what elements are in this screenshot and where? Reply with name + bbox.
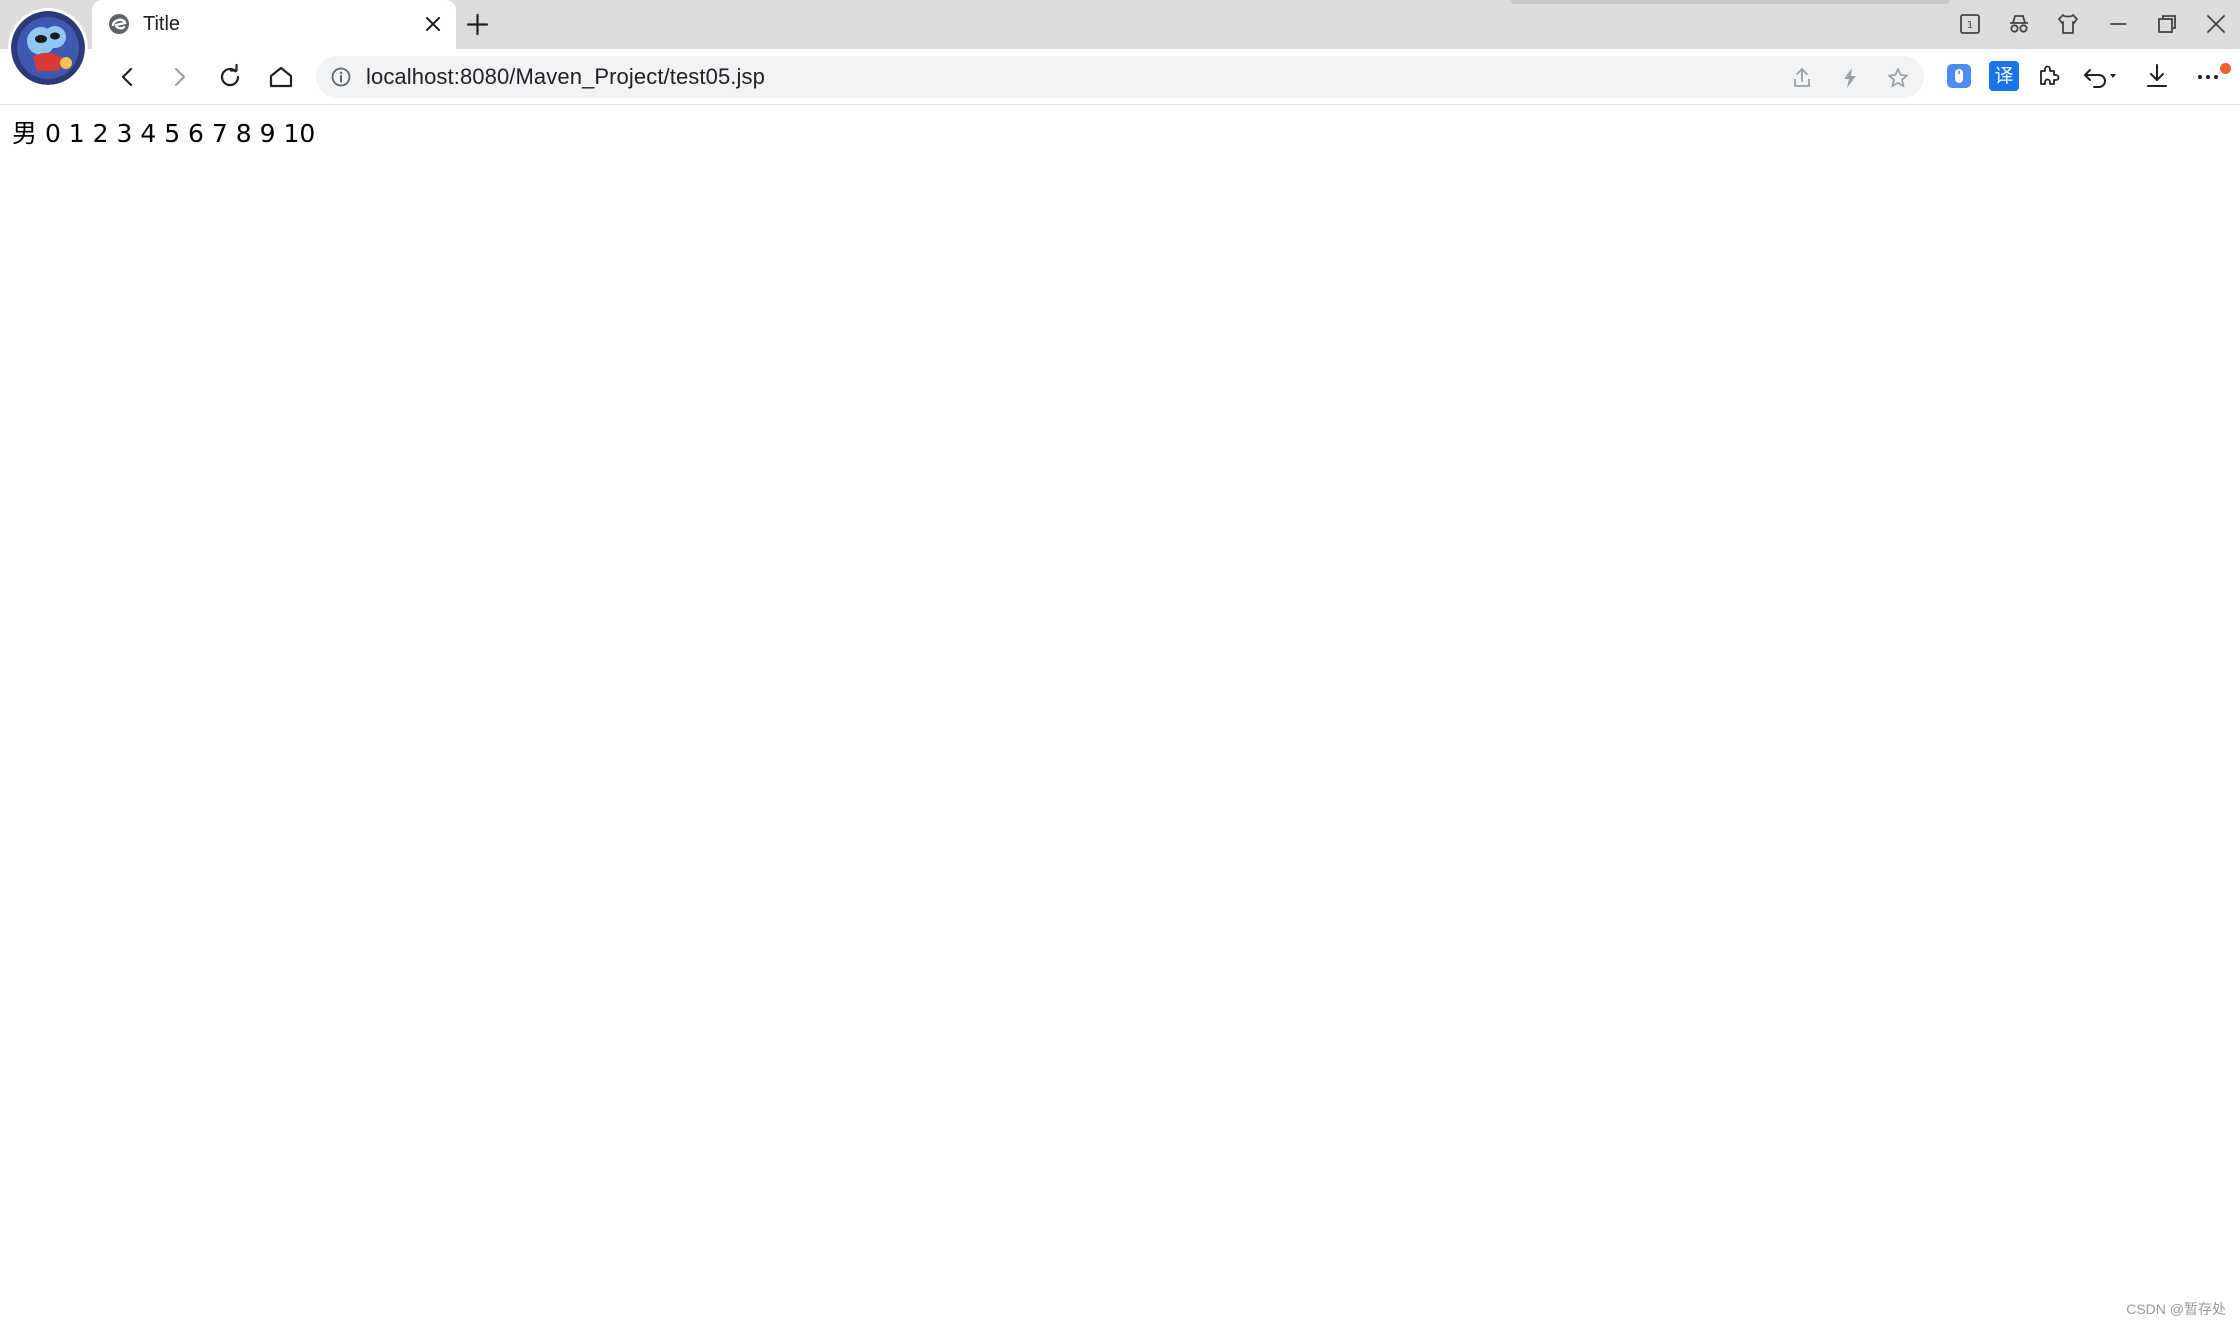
profile-avatar[interactable] xyxy=(11,11,85,85)
tab-title: Title xyxy=(143,13,181,35)
translate-icon[interactable]: 译 xyxy=(1989,61,2019,91)
incognito-icon[interactable] xyxy=(2006,11,2032,37)
undo-dropdown-icon[interactable] xyxy=(2082,61,2122,91)
lightning-icon[interactable] xyxy=(1838,66,1862,90)
svg-text:1: 1 xyxy=(1967,20,1973,31)
tab-strip-shadow xyxy=(1510,0,1950,4)
browser-window: Title 1 localhost:8080/Maven_Project/tes… xyxy=(0,0,2240,1327)
extensions-icon[interactable] xyxy=(2034,61,2064,91)
site-info-icon[interactable] xyxy=(330,66,352,88)
edge-e-icon xyxy=(109,14,129,34)
page-content: 男 0 1 2 3 4 5 6 7 8 9 10 CSDN @暂存处 xyxy=(0,106,2240,1327)
toolbar: localhost:8080/Maven_Project/test05.jsp … xyxy=(0,49,2240,105)
notification-dot xyxy=(2220,63,2231,74)
forward-icon[interactable] xyxy=(164,62,194,92)
watermark: CSDN @暂存处 xyxy=(2126,1301,2226,1317)
page-output-text: 男 0 1 2 3 4 5 6 7 8 9 10 xyxy=(12,119,316,148)
home-icon[interactable] xyxy=(266,62,296,92)
address-bar[interactable]: localhost:8080/Maven_Project/test05.jsp xyxy=(316,56,1924,98)
minimize-icon[interactable] xyxy=(2105,11,2131,37)
tab-strip: Title 1 xyxy=(0,0,2240,49)
avatar-image xyxy=(11,11,85,85)
shirt-skin-icon[interactable] xyxy=(2055,11,2081,37)
mouse-extension-icon[interactable] xyxy=(1944,61,1974,91)
restore-icon[interactable] xyxy=(2154,11,2180,37)
star-icon[interactable] xyxy=(1886,66,1910,90)
new-tab-icon[interactable] xyxy=(464,11,491,38)
share-icon[interactable] xyxy=(1790,66,1814,90)
close-window-icon[interactable] xyxy=(2203,11,2229,37)
close-tab-icon[interactable] xyxy=(422,13,444,35)
tab-count-icon[interactable]: 1 xyxy=(1957,11,1983,37)
url-text[interactable]: localhost:8080/Maven_Project/test05.jsp xyxy=(366,56,765,98)
reload-icon[interactable] xyxy=(215,62,245,92)
tab-active[interactable]: Title xyxy=(92,0,456,49)
back-icon[interactable] xyxy=(113,62,143,92)
download-icon[interactable] xyxy=(2142,61,2172,91)
